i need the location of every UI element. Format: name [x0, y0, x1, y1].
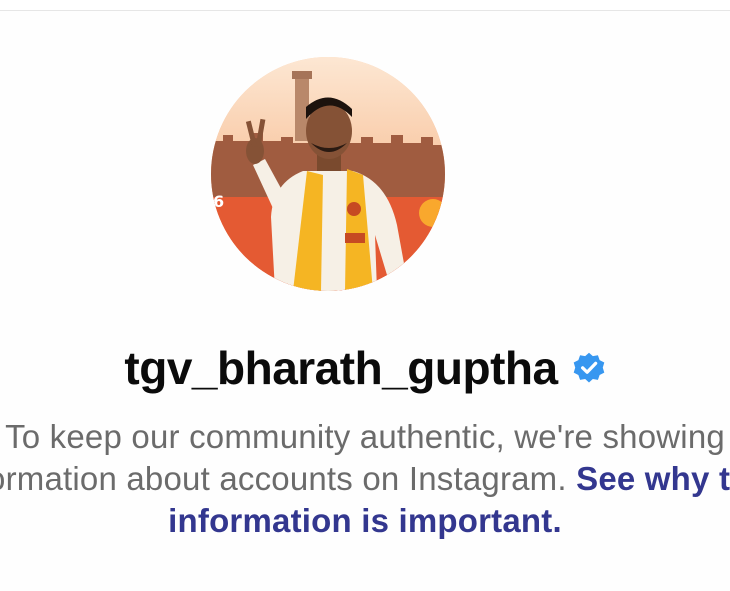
top-divider: [0, 0, 730, 11]
account-info-screen: 6 tgv_bharath_guptha To keep our communi…: [0, 0, 730, 591]
see-why-link-continued[interactable]: information is important.: [0, 500, 730, 542]
svg-text:6: 6: [213, 192, 224, 211]
username[interactable]: tgv_bharath_guptha: [124, 341, 558, 395]
profile-avatar[interactable]: 6: [211, 57, 445, 291]
notice-line-2-text: information about accounts on Instagram.: [0, 460, 577, 497]
notice-line-2: information about accounts on Instagram.…: [0, 458, 730, 500]
authenticity-notice: To keep our community authentic, we're s…: [0, 416, 730, 542]
username-row: tgv_bharath_guptha: [0, 338, 730, 398]
verified-badge-icon: [573, 352, 604, 383]
notice-line-1: To keep our community authentic, we're s…: [5, 418, 725, 455]
avatar-image: 6: [211, 57, 445, 291]
see-why-link[interactable]: See why this: [576, 460, 730, 497]
